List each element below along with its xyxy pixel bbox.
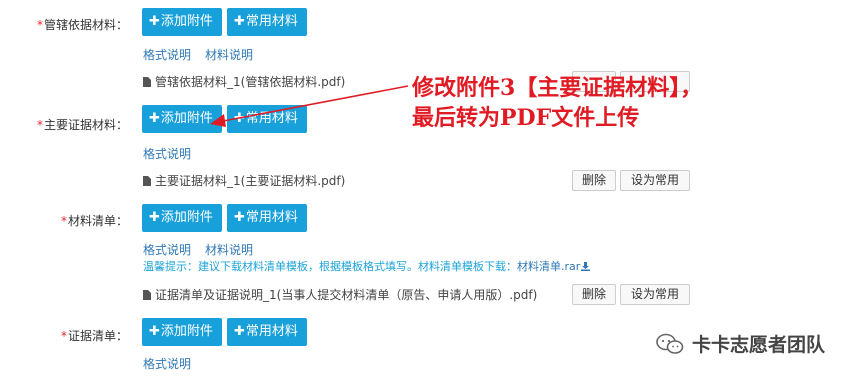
format-description-link[interactable]: 格式说明 bbox=[143, 243, 191, 257]
file-name[interactable]: 证据清单及证据说明_1(当事人提交材料清单（原告、申请人用版）.pdf) bbox=[155, 288, 537, 302]
format-description-link[interactable]: 格式说明 bbox=[143, 48, 191, 62]
uploaded-file: 证据清单及证据说明_1(当事人提交材料清单（原告、申请人用版）.pdf) bbox=[143, 286, 537, 303]
download-icon[interactable] bbox=[581, 262, 591, 271]
material-description-link[interactable]: 材料说明 bbox=[205, 243, 253, 257]
plus-icon: ✚ bbox=[234, 14, 245, 29]
set-common-button[interactable]: 设为常用 bbox=[620, 170, 690, 191]
section-label: *管辖依据材料： bbox=[36, 18, 128, 32]
section-links: 格式说明 材料说明 bbox=[143, 241, 267, 258]
common-materials-button[interactable]: ✚常用材料 bbox=[227, 105, 307, 133]
plus-icon: ✚ bbox=[234, 111, 245, 126]
tip-text: 温馨提示：建议下载材料清单模板，根据模板格式填写。材料清单模板下载：材料清单.r… bbox=[143, 258, 591, 274]
annotation-arrow bbox=[210, 85, 409, 127]
add-attachment-button[interactable]: ✚添加附件 bbox=[142, 204, 222, 232]
add-attachment-button[interactable]: ✚添加附件 bbox=[142, 318, 222, 346]
add-attachment-button[interactable]: ✚添加附件 bbox=[142, 8, 222, 36]
format-description-link[interactable]: 格式说明 bbox=[143, 357, 191, 371]
annotation-line-1: 修改附件3【主要证据材料】， bbox=[412, 75, 703, 101]
wechat-icon bbox=[656, 333, 684, 354]
delete-button[interactable]: 删除 bbox=[572, 170, 616, 191]
material-description-link[interactable]: 材料说明 bbox=[205, 48, 253, 62]
required-mark: * bbox=[36, 118, 43, 132]
section-links: 格式说明 材料说明 bbox=[143, 46, 267, 63]
section-label: *证据清单： bbox=[60, 329, 128, 343]
required-mark: * bbox=[60, 214, 67, 228]
file-icon bbox=[143, 77, 151, 87]
section-links: 格式说明 bbox=[143, 145, 205, 162]
annotation-text: 修改附件3【主要证据材料】， 最后转为PDF文件上传 bbox=[412, 73, 702, 133]
file-icon bbox=[143, 176, 151, 186]
section-label: *材料清单： bbox=[60, 214, 128, 228]
plus-icon: ✚ bbox=[149, 14, 160, 29]
add-attachment-button[interactable]: ✚添加附件 bbox=[142, 105, 222, 133]
plus-icon: ✚ bbox=[149, 324, 160, 339]
format-description-link[interactable]: 格式说明 bbox=[143, 147, 191, 161]
uploaded-file: 管辖依据材料_1(管辖依据材料.pdf) bbox=[143, 73, 345, 90]
common-materials-button[interactable]: ✚常用材料 bbox=[227, 204, 307, 232]
delete-button[interactable]: 删除 bbox=[572, 284, 616, 305]
plus-icon: ✚ bbox=[149, 111, 160, 126]
annotation-line-2: 最后转为PDF文件上传 bbox=[412, 105, 640, 131]
required-mark: * bbox=[60, 329, 67, 343]
common-materials-button[interactable]: ✚常用材料 bbox=[227, 318, 307, 346]
file-icon bbox=[143, 290, 151, 300]
section-label: *主要证据材料： bbox=[36, 118, 128, 132]
required-mark: * bbox=[36, 18, 43, 32]
plus-icon: ✚ bbox=[149, 210, 160, 225]
common-materials-button[interactable]: ✚常用材料 bbox=[227, 8, 307, 36]
plus-icon: ✚ bbox=[234, 210, 245, 225]
uploaded-file: 主要证据材料_1(主要证据材料.pdf) bbox=[143, 172, 345, 189]
section-links: 格式说明 bbox=[143, 355, 205, 372]
file-name[interactable]: 主要证据材料_1(主要证据材料.pdf) bbox=[155, 174, 345, 188]
plus-icon: ✚ bbox=[234, 324, 245, 339]
watermark: 卡卡志愿者团队 bbox=[656, 330, 825, 357]
file-name[interactable]: 管辖依据材料_1(管辖依据材料.pdf) bbox=[155, 75, 345, 89]
set-common-button[interactable]: 设为常用 bbox=[620, 284, 690, 305]
template-download-link[interactable]: 材料清单.rar bbox=[517, 260, 580, 273]
